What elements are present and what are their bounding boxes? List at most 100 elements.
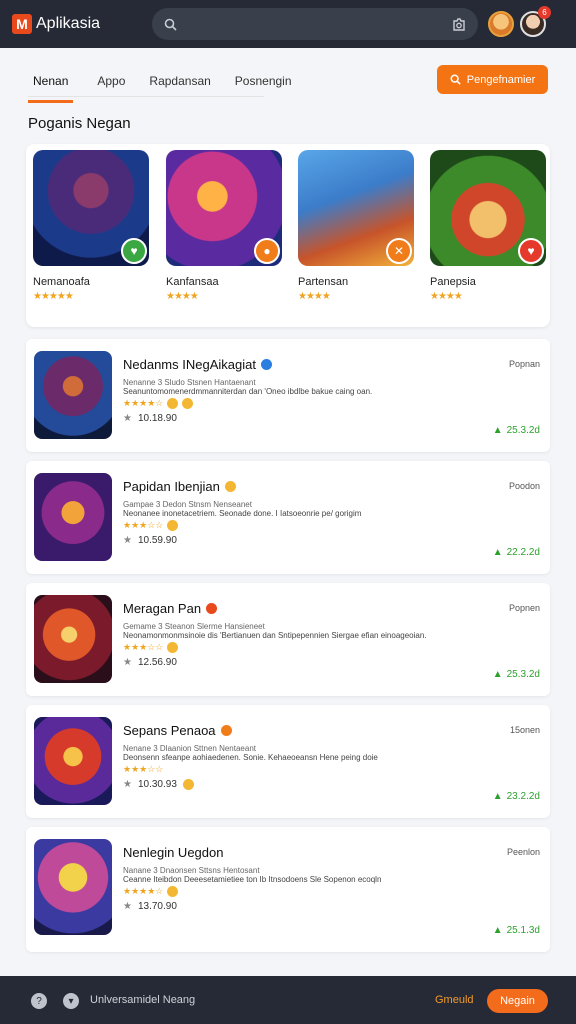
app-logo[interactable]: M Aplikasia	[12, 14, 142, 34]
category-tag: 15onen	[509, 725, 540, 735]
app-icon	[34, 351, 112, 439]
category-tag: Popnen	[508, 603, 540, 613]
list-item[interactable]: Sepans Penaoa Nenane 3 Dlaanion Sttnen N…	[26, 705, 550, 818]
featured-card[interactable]: ● Kanfansaa ★★★★	[166, 150, 282, 302]
fire-icon: ●	[254, 238, 280, 264]
app-icon	[34, 595, 112, 683]
price-value: 23.2.2d	[506, 791, 540, 802]
app-description: Ceanne Iteibdon Deeesetamietiee ton Ib I…	[123, 875, 382, 884]
list-item[interactable]: Nedanms INegAikagiat Nenanne 3 Sludo Sts…	[26, 339, 550, 452]
download-count: 10.30.93	[137, 779, 177, 790]
list-item[interactable]: Meragan Pan Gemame 3 Steanon Slerme Hans…	[26, 583, 550, 696]
list-item[interactable]: Nenlegin Uegdon Nanane 3 Dnaonsen Sttsns…	[26, 827, 550, 952]
rating-stars: ★★★☆☆	[123, 642, 164, 652]
app-title: Nedanms INegAikagiat	[123, 357, 256, 372]
thumbs-up-icon: ▲	[492, 547, 503, 558]
price-value: 25.3.2d	[506, 669, 540, 680]
featured-card[interactable]: ♥ Nemanoafa ★★★★★	[33, 150, 149, 302]
heart-icon: ♥	[518, 238, 544, 264]
download-icon: ★	[123, 901, 132, 912]
download-count: 10.59.90	[137, 535, 177, 546]
download-icon: ★	[123, 413, 132, 424]
rating-stars: ★★★★	[298, 291, 331, 302]
rating-stars: ★★★☆☆	[123, 764, 164, 774]
app-icon: ♥	[33, 150, 149, 266]
featured-name: Nemanoafa	[33, 276, 90, 288]
featured-name: Panepsia	[430, 276, 476, 288]
app-description: Deonsenn sfeanpe aohiaedenen. Sonie. Keh…	[123, 753, 378, 762]
app-title: Aplikasia	[36, 15, 101, 32]
bottom-action-button[interactable]: Negain	[487, 989, 548, 1013]
app-subtitle: Nenane 3 Dlaanion Sttnen Nentaeant	[123, 744, 256, 753]
app-icon: ✕	[298, 150, 414, 266]
emoji-icon	[182, 779, 194, 790]
price-value: 25.3.2d	[506, 425, 540, 436]
featured-card[interactable]: ✕ Partensan ★★★★	[298, 150, 414, 302]
app-description: Neonamonmonmsinoie dis 'Bertianuen dan S…	[123, 631, 427, 640]
badge-icon	[220, 725, 232, 736]
list-item[interactable]: Papidan Ibenjian Gampae 3 Dedon Stnsm Ne…	[26, 461, 550, 574]
thumbs-up-icon: ▲	[492, 425, 503, 436]
app-subtitle: Gampae 3 Dedon Stnsm Nenseanet	[123, 500, 252, 509]
featured-name: Partensan	[298, 276, 349, 288]
app-icon: ♥	[430, 150, 546, 266]
app-description: Seanuntomomenerdmmanniterdan dan 'Oneo i…	[123, 387, 373, 396]
app-subtitle: Gemame 3 Steanon Slerme Hansieneet	[123, 622, 265, 631]
app-description: Neonanee inonetacetriem. Seonade done. I…	[123, 509, 362, 518]
download-icon: ★	[123, 657, 132, 668]
thumbs-up-icon: ▲	[492, 669, 503, 680]
camera-icon[interactable]	[452, 17, 466, 31]
verified-icon	[260, 359, 272, 370]
app-title: Papidan Ibenjian	[123, 479, 220, 494]
app-subtitle: Nanane 3 Dnaonsen Sttsns Hentosant	[123, 866, 260, 875]
verified-icon: ♥	[121, 238, 147, 264]
game-icon: ✕	[386, 238, 412, 264]
emoji-icon	[224, 481, 236, 492]
tab-rapdansan[interactable]: Rapdansan	[149, 70, 210, 103]
search-icon	[164, 18, 177, 31]
featured-name: Kanfansaa	[166, 276, 219, 288]
avatar[interactable]	[488, 11, 514, 37]
rating-stars: ★★★★★	[33, 291, 74, 302]
category-tag: Poodon	[508, 481, 540, 491]
price-value: 25.1.3d	[506, 925, 540, 936]
emoji-icon	[167, 520, 179, 531]
app-title: Meragan Pan	[123, 601, 202, 616]
price-value: 22.2.2d	[506, 547, 540, 558]
thumbs-up-icon: ▲	[492, 791, 503, 802]
rating-stars: ★★★★☆	[123, 398, 164, 408]
category-tag: Peenlon	[506, 847, 540, 857]
emoji-icon	[167, 398, 179, 409]
top-bar: M Aplikasia 6	[0, 0, 576, 48]
app-title: Sepans Penaoa	[123, 723, 216, 738]
app-icon: ●	[166, 150, 282, 266]
app-icon	[34, 717, 112, 805]
primary-action-label: Pengefnamier	[466, 73, 536, 86]
featured-carousel: ♥ Nemanoafa ★★★★★ ● Kanfansaa ★★★★ ✕ Par…	[26, 144, 550, 327]
primary-action-button[interactable]: Pengefnamier	[437, 65, 548, 94]
main-content: Nenan Appo Rapdansan Posnengin Pengefnam…	[0, 48, 576, 976]
download-icon: ★	[123, 535, 132, 546]
search-icon	[450, 74, 461, 85]
emoji-icon	[167, 886, 179, 897]
tools-icon[interactable]: ?	[31, 993, 47, 1009]
thumbs-up-icon: ▲	[492, 925, 503, 936]
app-subtitle: Nenanne 3 Sludo Stsnen Hantaenant	[123, 378, 256, 387]
tab-nenan[interactable]: Nenan	[28, 70, 74, 103]
download-count: 10.18.90	[137, 413, 177, 424]
bottom-link[interactable]: Gmeuld	[435, 994, 474, 1006]
download-icon: ★	[123, 779, 132, 790]
emoji-icon	[167, 642, 179, 653]
tab-posnengin[interactable]: Posnengin	[235, 70, 292, 103]
shield-icon[interactable]: ▾	[63, 993, 79, 1009]
app-icon	[34, 473, 112, 561]
section-title: Poganis Negan	[28, 115, 131, 132]
tab-divider	[28, 96, 264, 97]
rating-stars: ★★★★	[430, 291, 463, 302]
featured-card[interactable]: ♥ Panepsia ★★★★	[430, 150, 546, 302]
download-count: 12.56.90	[137, 657, 177, 668]
download-count: 13.70.90	[137, 901, 177, 912]
tab-appo[interactable]: Appo	[97, 70, 125, 103]
search-input[interactable]	[152, 8, 478, 40]
bottom-bar: ? ▾ Unlversamidel Neang Gmeuld Negain	[0, 976, 576, 1024]
